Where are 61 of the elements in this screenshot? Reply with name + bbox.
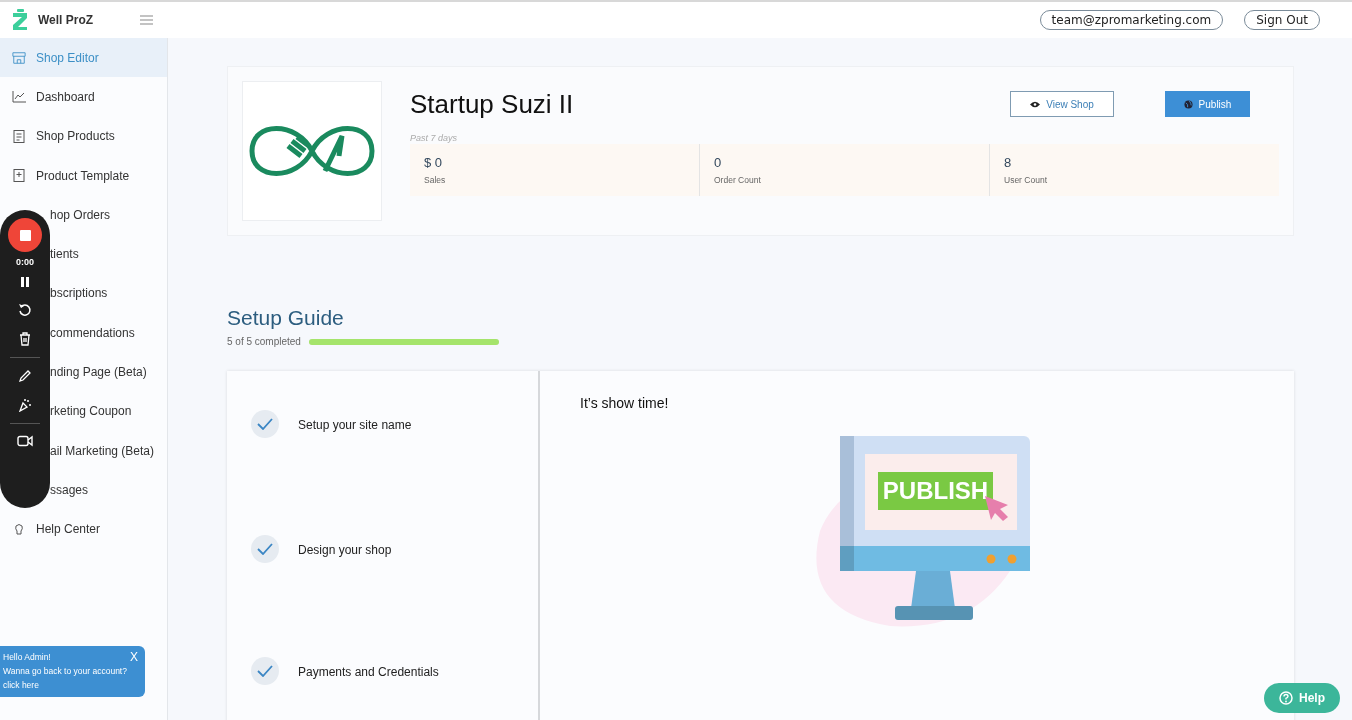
logo-icon — [11, 9, 29, 31]
shop-name: Startup Suzi II — [410, 88, 575, 120]
template-icon — [12, 169, 26, 183]
sidebar-label: hop Orders — [50, 207, 111, 222]
sidebar-label: nding Page (Beta) — [50, 365, 147, 379]
banner-greeting: Hello Admin! — [3, 651, 51, 664]
sidebar-label: ssages — [50, 482, 89, 497]
stat-label: Sales — [424, 175, 447, 185]
question-icon — [1279, 691, 1293, 705]
step-label[interactable]: Payments and Credentials — [298, 665, 439, 679]
trash-icon[interactable] — [19, 332, 31, 346]
sidebar-item[interactable]: tients — [50, 234, 167, 274]
restart-icon[interactable] — [18, 303, 32, 317]
pause-icon[interactable] — [20, 276, 30, 288]
sidebar-item[interactable]: Dashboard — [0, 77, 167, 117]
sidebar-item[interactable]: Product Template — [0, 155, 167, 196]
step-label[interactable]: Setup your site name — [298, 418, 412, 432]
stat-value: 0 — [714, 155, 723, 170]
sidebar-item[interactable]: Help Center — [0, 509, 167, 549]
sidebar-label: Shop Products — [36, 129, 115, 144]
section-title: Setup Guide — [227, 306, 345, 330]
sidebar-label: Dashboard — [36, 89, 95, 104]
stat-value: 8 — [1004, 155, 1013, 170]
sign-out-button[interactable]: Sign Out — [1244, 10, 1320, 30]
period-label: Past 7 days — [410, 133, 459, 143]
effects-icon[interactable] — [18, 398, 32, 412]
sidebar-item[interactable]: bscriptions — [50, 273, 167, 314]
chart-icon — [12, 90, 26, 103]
stop-button[interactable] — [8, 218, 42, 252]
sidebar-label: rketing Coupon — [50, 404, 132, 419]
panel-title: It’s show time! — [580, 395, 670, 411]
sidebar-item[interactable]: Shop Products — [0, 116, 167, 156]
stat-label: User Count — [1004, 175, 1048, 185]
recording-time: 0:00 — [16, 257, 34, 267]
sidebar-label: ail Marketing (Beta) — [50, 443, 155, 458]
globe-icon — [1183, 99, 1193, 109]
sidebar-label: Help Center — [36, 522, 101, 537]
camera-icon[interactable] — [17, 435, 33, 447]
clipboard-icon — [12, 129, 26, 144]
sidebar-item[interactable]: nding Page (Beta) — [50, 352, 167, 392]
sidebar-label: Product Template — [36, 168, 130, 183]
progress-text: 5 of 5 completed — [227, 336, 301, 347]
sidebar-label: Shop Editor — [36, 50, 99, 65]
sidebar-item[interactable]: ail Marketing (Beta) — [50, 430, 167, 471]
sidebar-label: tients — [50, 247, 79, 262]
sidebar-item[interactable]: commendations — [50, 313, 167, 353]
sidebar-item[interactable]: ssages — [50, 470, 167, 510]
stat-label: Order Count — [714, 175, 762, 185]
sidebar-label: bscriptions — [50, 286, 108, 301]
step-label[interactable]: Design your shop — [298, 543, 392, 557]
brand-name: Well ProZ — [38, 13, 94, 27]
sidebar-label: commendations — [50, 325, 135, 340]
bulb-icon — [12, 523, 26, 536]
account-email-button[interactable]: team@zpromarketing.com — [1039, 10, 1224, 30]
sidebar-item[interactable]: rketing Coupon — [50, 391, 167, 431]
stat-value: $ 0 — [424, 155, 444, 170]
pencil-icon[interactable] — [18, 369, 32, 383]
shop-icon — [12, 50, 26, 65]
sidebar-item[interactable]: hop Orders — [50, 195, 167, 235]
view-shop-button[interactable]: View Shop — [1010, 91, 1114, 117]
eye-icon — [1030, 100, 1041, 108]
